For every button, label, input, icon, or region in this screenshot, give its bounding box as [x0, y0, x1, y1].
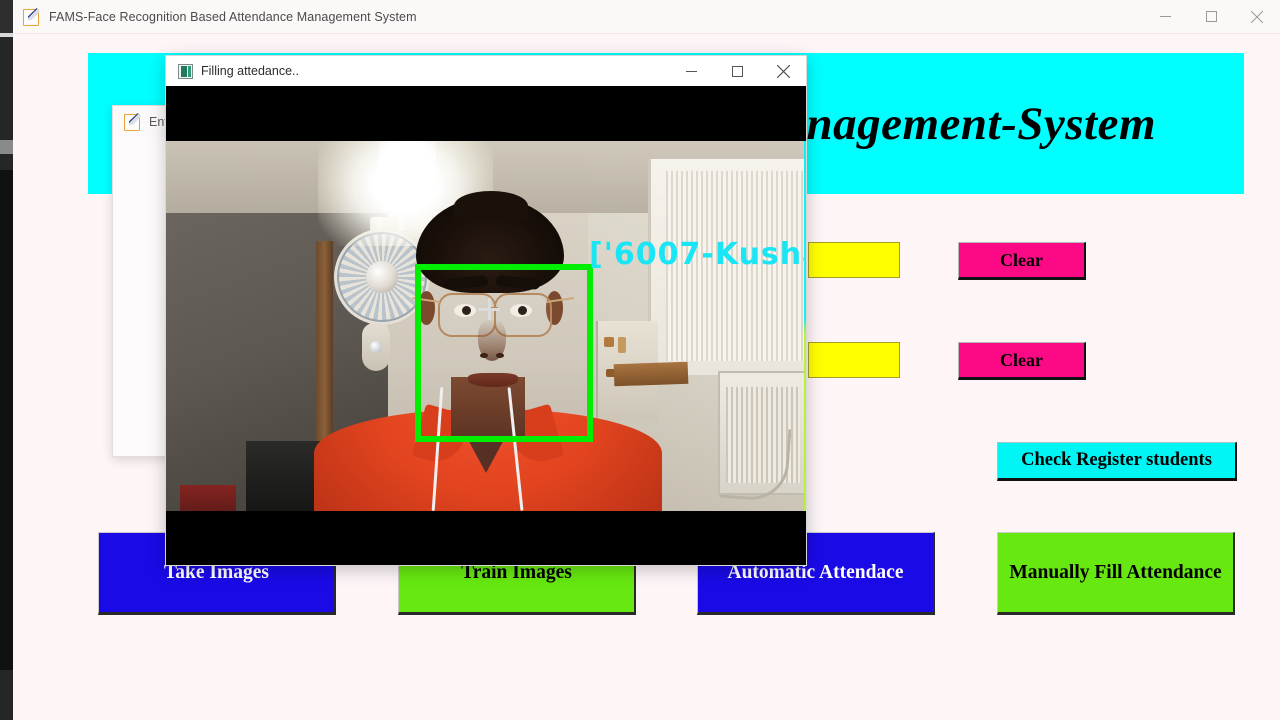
main-window-titlebar: FAMS-Face Recognition Based Attendance M… [13, 0, 1280, 34]
strip-segment-dark [0, 170, 13, 670]
strip-segment-light [0, 33, 13, 37]
close-icon[interactable] [760, 56, 806, 86]
strip-segment-grey [0, 140, 13, 154]
recognition-label: ['6007-Kusha [589, 237, 806, 272]
webcam-scene: ['6007-Kusha [166, 141, 806, 511]
notepad-pencil-icon [124, 113, 141, 131]
feed-edge-sliver [804, 141, 806, 511]
camera-window-titlebar: Filling attedance.. [166, 56, 806, 86]
minimize-icon[interactable] [1142, 0, 1188, 33]
check-register-students-button[interactable]: Check Register students [997, 442, 1237, 481]
close-icon[interactable] [1234, 0, 1280, 33]
clear-name-button[interactable]: Clear [958, 342, 1086, 380]
face-detection-box [415, 264, 593, 442]
screen: FAMS-Face Recognition Based Attendance M… [0, 0, 1280, 720]
notepad-pencil-icon [23, 8, 40, 26]
camera-canvas: ['6007-Kusha [166, 86, 806, 565]
camera-app-icon [178, 63, 193, 79]
minimize-icon[interactable] [668, 56, 714, 86]
name-display-field[interactable] [808, 342, 900, 378]
titlebar-divider [13, 33, 1280, 34]
background-window-strip [0, 0, 13, 720]
id-display-field[interactable] [808, 242, 900, 278]
clear-id-button[interactable]: Clear [958, 242, 1086, 280]
main-window-controls [1142, 0, 1280, 33]
filling-attendance-window: Filling attedance.. ['6007-Kusha [165, 55, 807, 566]
strip-segment-top [0, 0, 13, 33]
maximize-icon[interactable] [714, 56, 760, 86]
camera-video-feed: ['6007-Kusha [166, 141, 806, 511]
manually-fill-attendance-button[interactable]: Manually Fill Attendance [997, 532, 1235, 615]
main-window-title: FAMS-Face Recognition Based Attendance M… [49, 9, 417, 24]
camera-window-title: Filling attedance.. [201, 64, 299, 78]
camera-window-controls [668, 56, 806, 86]
maximize-icon[interactable] [1188, 0, 1234, 33]
